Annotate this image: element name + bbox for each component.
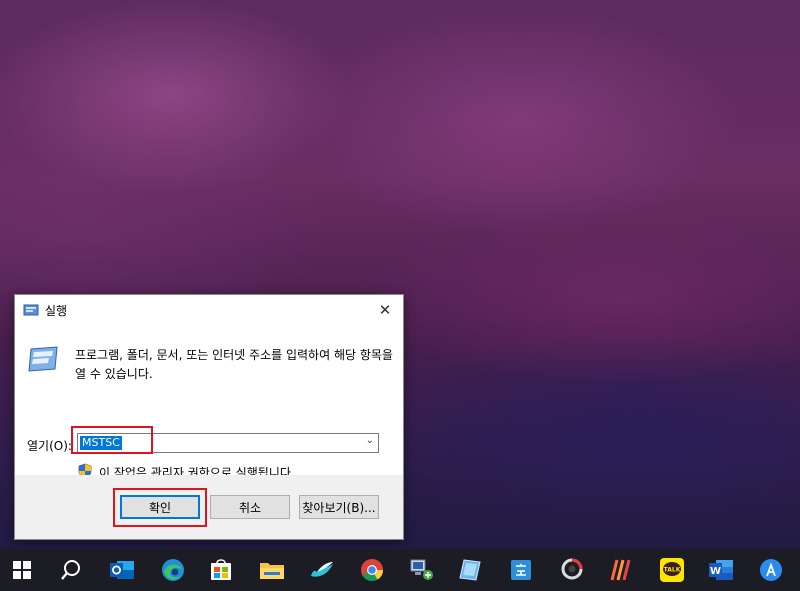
word-icon: W (709, 560, 733, 580)
chrome-app[interactable] (352, 549, 392, 591)
edge-icon (162, 559, 184, 581)
stripes-icon (610, 559, 631, 581)
photoscape-app[interactable] (552, 549, 592, 591)
dialog-title: 실행 (45, 304, 68, 318)
dialog-body: 프로그램, 폴더, 문서, 또는 인터넷 주소를 입력하여 해당 항목을 열 수… (15, 325, 403, 480)
chrome-icon (361, 559, 383, 581)
word-app[interactable]: W (701, 549, 741, 591)
run-large-icon (28, 346, 58, 372)
kakaotalk-icon: TALK (660, 558, 684, 582)
store-icon (211, 559, 231, 580)
edge-app[interactable] (153, 549, 193, 591)
store-app[interactable] (201, 549, 241, 591)
close-icon: ✕ (378, 301, 392, 319)
file-explorer-app[interactable] (252, 549, 292, 591)
blue-circle-icon (760, 559, 782, 581)
glass-icon (459, 559, 481, 581)
network-computer-icon (410, 559, 433, 580)
windows-logo-icon (13, 561, 31, 579)
outlook-app[interactable] (102, 549, 142, 591)
dialog-titlebar[interactable]: 실행 ✕ (15, 295, 403, 325)
app-network[interactable] (402, 549, 442, 591)
cancel-button[interactable]: 취소 (210, 495, 290, 519)
kakaotalk-label: TALK (664, 567, 681, 574)
folder-icon (260, 563, 284, 579)
desktop: 실행 ✕ 프로그램, 폴더, 문서, 또는 인터넷 주소를 입력하여 해당 항목… (0, 0, 800, 591)
dialog-footer: 확인 취소 찾아보기(B)... (15, 475, 403, 539)
app-glass[interactable] (450, 549, 490, 591)
search-icon (61, 560, 80, 580)
app-blue-circle[interactable] (751, 549, 791, 591)
ok-highlight-box (113, 488, 207, 527)
bird-icon (311, 562, 333, 577)
start-button[interactable] (2, 549, 42, 591)
taskbar: TALK W (0, 549, 800, 591)
close-button[interactable]: ✕ (367, 295, 403, 325)
app-bird[interactable] (302, 549, 342, 591)
run-icon (23, 304, 39, 316)
kakaotalk-app[interactable]: TALK (652, 549, 692, 591)
outlook-icon (110, 561, 134, 579)
open-label: 열기(O): (27, 439, 72, 453)
browse-button[interactable]: 찾아보기(B)... (299, 495, 379, 519)
run-dialog: 실행 ✕ 프로그램, 폴더, 문서, 또는 인터넷 주소를 입력하여 해당 항목… (14, 294, 404, 540)
hangul-app[interactable] (501, 549, 541, 591)
app-stripes[interactable] (601, 549, 641, 591)
input-highlight-box (71, 426, 153, 454)
hangul-icon (511, 560, 531, 580)
word-label: W (710, 566, 721, 577)
photoscape-icon (561, 558, 583, 580)
search-button[interactable] (51, 549, 91, 591)
dialog-description: 프로그램, 폴더, 문서, 또는 인터넷 주소를 입력하여 해당 항목을 열 수… (75, 348, 393, 381)
chevron-down-icon[interactable]: ⌄ (366, 435, 374, 446)
